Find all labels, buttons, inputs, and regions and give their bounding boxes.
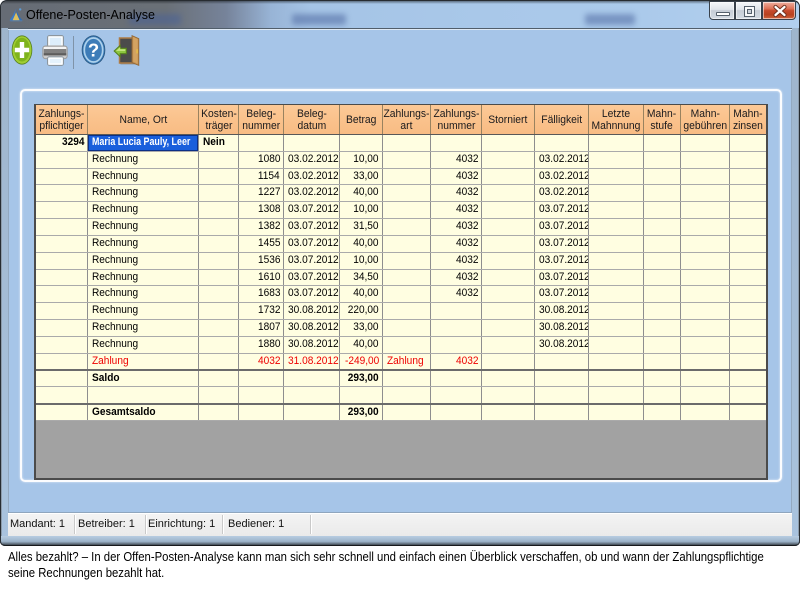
svg-text:?: ? (88, 40, 99, 61)
